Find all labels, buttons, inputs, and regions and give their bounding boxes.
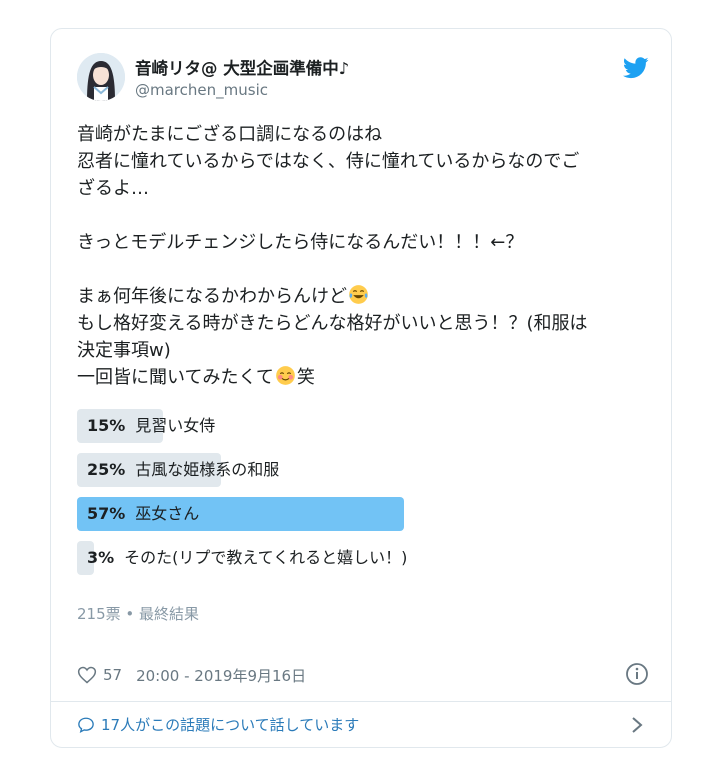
poll-percent: 3% [87,548,115,567]
tweet-line: ざるよ… [77,178,149,199]
poll-option: 57% 巫女さん [77,497,651,531]
tweet-text: 音崎がたまにござる口調になるのはね 忍者に憧れているからではなく、侍に憧れている… [77,121,651,391]
tweet-line: 音崎がたまにござる口調になるのはね [77,124,383,145]
tweet-card: 音崎リタ@ 大型企画準備中♪ @marchen_music 音崎がたまにござる口… [50,28,672,748]
poll-summary: 215票 • 最終結果 [77,605,200,623]
timestamp[interactable]: 20:00 - 2019年9月16日 [136,665,306,686]
poll-percent: 15% [87,416,126,435]
avatar[interactable] [77,53,125,101]
tweet-line: まぁ何年後になるかわからんけど [77,286,347,307]
poll-option-label: 巫女さん [135,504,200,523]
conversation-link[interactable]: 17人がこの話題について話しています [77,711,359,739]
avatar-image [77,53,125,101]
tweet-line: 笑 [296,367,315,388]
display-name[interactable]: 音崎リタ@ 大型企画準備中♪ [135,55,349,79]
face-with-tears-of-joy-icon [349,285,368,304]
like-count[interactable]: 57 [103,666,122,684]
poll-percent: 57% [87,504,126,523]
tweet-line: 忍者に憧れているからではなく、侍に憧れているからなのでご [77,151,580,172]
tweet-line: きっとモデルチェンジしたら侍になるんだい！！！←？ [77,232,524,253]
poll-percent: 25% [87,460,126,479]
tweet-line: 決定事項w) [77,340,171,361]
tweet-line: もし格好変える時がきたらどんな格好がいいと思う！？(和服は [77,313,588,334]
info-icon[interactable] [625,662,649,686]
heart-icon[interactable] [77,665,97,685]
poll-option: 15% 見習い女侍 [77,409,651,443]
poll: 15% 見習い女侍 25% 古風な姫様系の和服 57% 巫女さん 3% そのた(リプで教… [77,409,651,585]
speech-bubble-icon [78,717,94,734]
handle[interactable]: @marchen_music [135,81,268,99]
poll-option-label: 見習い女侍 [135,416,216,435]
poll-option: 3% そのた(リプで教えてくれると嬉しい！) [77,541,651,575]
poll-option-label: そのた(リプで教えてくれると嬉しい！) [124,548,408,567]
chevron-right-icon[interactable] [629,715,645,735]
divider [51,701,671,702]
poll-option: 25% 古風な姫様系の和服 [77,453,651,487]
twitter-bird-icon[interactable] [623,57,649,79]
smiling-face-icon [276,366,295,385]
tweet-actions: 57 20:00 - 2019年9月16日 [77,663,306,687]
tweet-line: 一回皆に聞いてみたくて [77,367,274,388]
poll-option-label: 古風な姫様系の和服 [135,460,280,479]
conversation-text[interactable]: 17人がこの話題について話しています [101,711,359,739]
